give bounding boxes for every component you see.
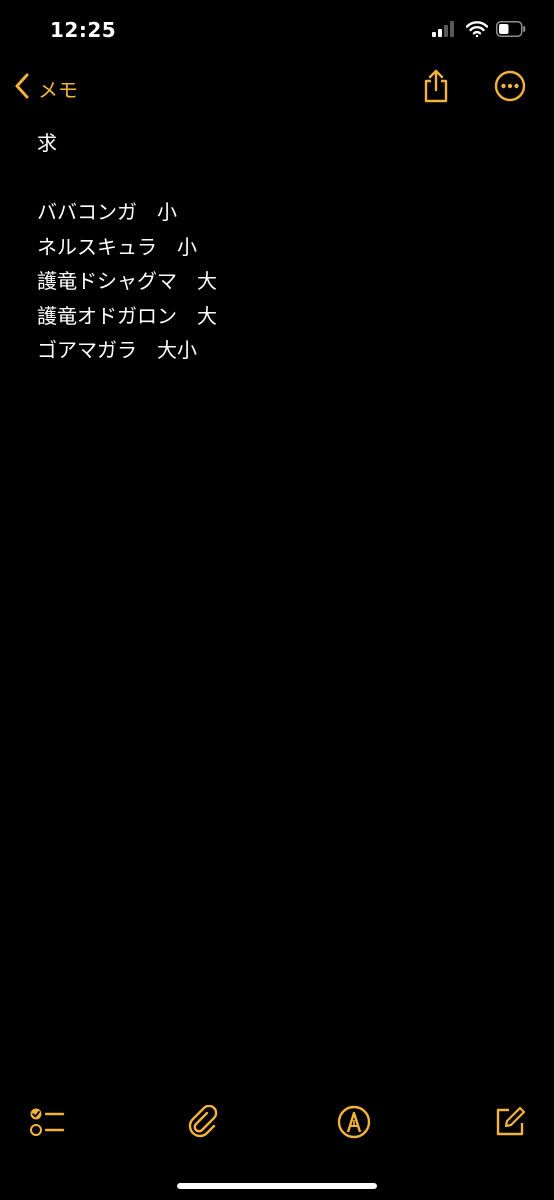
compose-button[interactable]: [490, 1104, 530, 1144]
attachment-button[interactable]: [183, 1104, 223, 1144]
note-line: ネルスキュラ 小: [37, 234, 197, 259]
note-line: ゴアマガラ 大小: [37, 338, 197, 362]
wifi-icon: [465, 21, 489, 41]
home-indicator[interactable]: [177, 1183, 377, 1189]
markup-pen-icon: [337, 1105, 371, 1143]
cellular-signal-icon: [432, 21, 458, 41]
more-button[interactable]: [490, 68, 530, 108]
checklist-button[interactable]: [27, 1104, 67, 1144]
share-icon: [422, 69, 450, 107]
bottom-toolbar: [0, 1100, 554, 1150]
note-line: 護竜オドガロン 大: [37, 303, 217, 328]
note-line: 求: [37, 131, 57, 155]
status-icons: [432, 20, 526, 42]
back-button[interactable]: メモ: [14, 70, 78, 106]
note-body[interactable]: 求 ババコンガ 小 ネルスキュラ 小 護竜ドシャグマ 大 護竜オドガロン 大 ゴ…: [37, 126, 517, 368]
status-bar: 12:25: [0, 0, 554, 60]
ellipsis-circle-icon: [494, 70, 526, 106]
markup-button[interactable]: [334, 1104, 374, 1144]
note-line: 護竜ドシャグマ 大: [37, 269, 217, 293]
nav-bar: メモ: [0, 62, 554, 116]
chevron-left-icon: [14, 73, 30, 103]
status-time: 12:25: [50, 18, 117, 42]
share-button[interactable]: [416, 68, 456, 108]
back-label: メモ: [38, 77, 78, 102]
note-line: [37, 161, 517, 196]
note-line: ババコンガ 小: [37, 200, 177, 224]
battery-level-fill: [499, 24, 509, 34]
compose-icon: [494, 1106, 526, 1142]
battery-icon: [496, 21, 526, 41]
checklist-icon: [29, 1106, 65, 1142]
paperclip-icon: [187, 1104, 219, 1143]
